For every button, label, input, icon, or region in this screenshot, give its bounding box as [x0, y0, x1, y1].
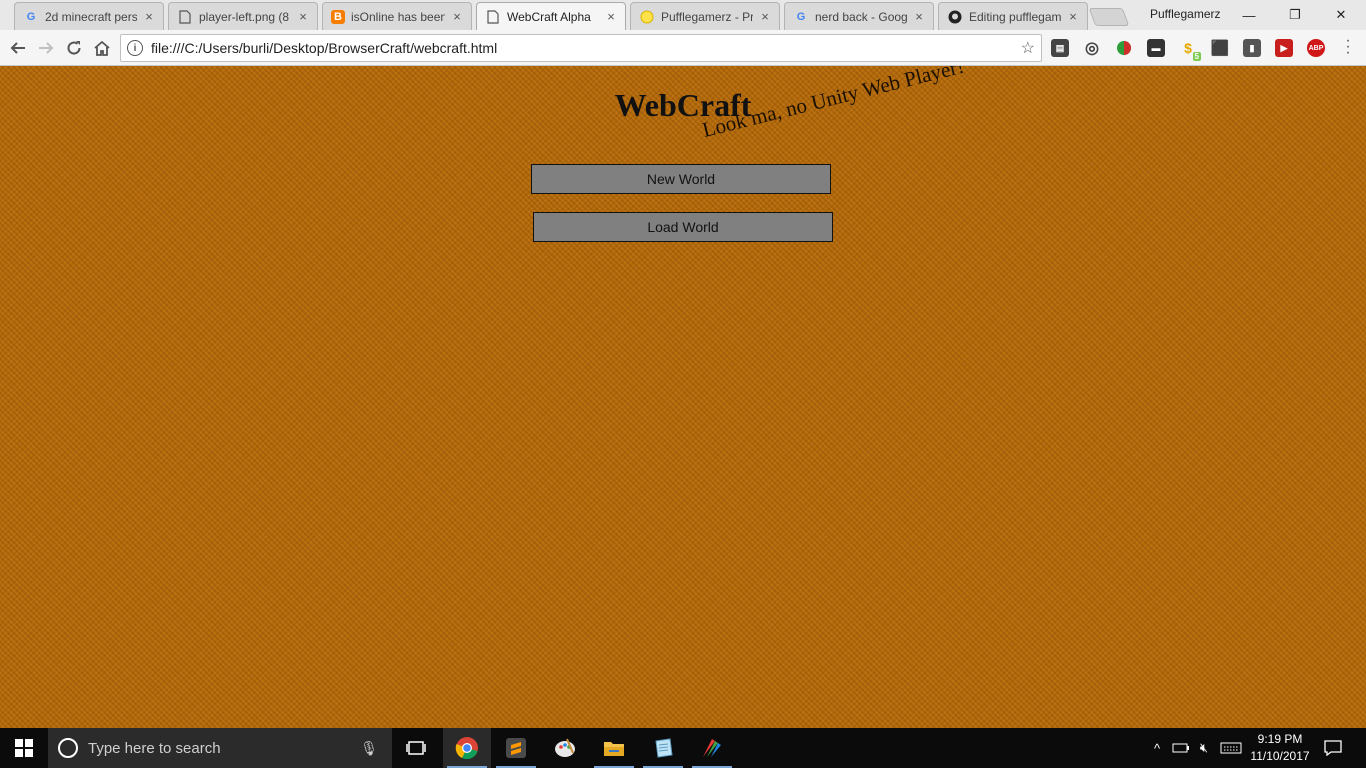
page-title: WebCraft — [614, 87, 752, 123]
play-icon[interactable]: ▶ — [1275, 39, 1293, 57]
tab-2d-minecraft[interactable]: G 2d minecraft pers × — [14, 2, 164, 30]
action-center-button[interactable] — [1320, 728, 1346, 768]
minimize-button[interactable]: — — [1226, 0, 1272, 30]
home-button[interactable] — [90, 36, 114, 60]
smiley-icon — [639, 9, 655, 25]
file-explorer-taskbar-button[interactable] — [590, 728, 638, 768]
sublime-taskbar-button[interactable] — [492, 728, 540, 768]
camera-icon[interactable]: ⬛ — [1211, 39, 1230, 57]
address-url[interactable]: file:///C:/Users/burli/Desktop/BrowserCr… — [151, 40, 1021, 56]
microphone-icon[interactable]: 🎙︎ — [360, 740, 378, 757]
ball-icon[interactable] — [1115, 39, 1133, 57]
address-bar[interactable]: i file:///C:/Users/burli/Desktop/Browser… — [120, 34, 1042, 62]
restore-button[interactable]: ❐ — [1272, 0, 1318, 30]
close-icon[interactable]: × — [143, 9, 155, 24]
tab-webcraft-alpha[interactable]: WebCraft Alpha × — [476, 2, 626, 30]
tab-title: Pufflegamerz - Pr — [661, 9, 753, 24]
file-explorer-icon — [604, 742, 624, 756]
close-icon[interactable]: × — [759, 9, 771, 24]
menu-icon[interactable]: · · · — [1340, 33, 1356, 61]
notepad-icon — [655, 738, 673, 758]
bookmark-star-icon[interactable]: ☆ — [1021, 38, 1035, 58]
file-icon — [177, 9, 193, 25]
windows-logo-icon — [15, 739, 33, 757]
load-world-button[interactable]: Load World — [533, 212, 833, 242]
extension-badge: 5 — [1192, 52, 1201, 61]
windows-taskbar: Type here to search 🎙︎ ^ 🔇︎ 9:19 PM 11/1… — [0, 728, 1366, 768]
tab-pufflegamerz[interactable]: Pufflegamerz - Pr × — [630, 2, 780, 30]
sublime-icon — [506, 738, 526, 758]
tab-player-left[interactable]: player-left.png (8 × — [168, 2, 318, 30]
task-view-icon — [406, 741, 426, 755]
brush-app-taskbar-button[interactable] — [688, 728, 736, 768]
chrome-icon — [455, 737, 478, 760]
chrome-taskbar-button[interactable] — [443, 728, 491, 768]
notification-icon — [1324, 740, 1342, 756]
tab-title: isOnline has been — [351, 9, 445, 24]
arrow-left-icon — [10, 42, 25, 54]
forward-button[interactable] — [34, 36, 58, 60]
arrow-right-icon — [39, 42, 54, 54]
clock-time: 9:19 PM — [1257, 732, 1303, 746]
tab-title: Editing pufflegam — [969, 9, 1061, 24]
brush-app-icon — [703, 739, 721, 757]
back-button[interactable] — [6, 36, 30, 60]
task-view-button[interactable] — [392, 728, 440, 768]
doc-icon[interactable]: ▮ — [1243, 39, 1261, 57]
close-icon[interactable]: × — [913, 9, 925, 24]
battery-icon[interactable] — [1170, 728, 1192, 768]
close-icon[interactable]: × — [1067, 9, 1079, 24]
close-icon[interactable]: × — [605, 9, 617, 24]
google-icon: G — [26, 10, 36, 23]
tab-title: player-left.png (8 — [199, 9, 290, 24]
adblock-icon[interactable]: ABP — [1307, 39, 1325, 57]
aperture-icon[interactable]: ◎ — [1083, 39, 1101, 57]
cortana-icon — [58, 738, 78, 758]
tab-title: 2d minecraft pers — [45, 9, 137, 24]
close-window-button[interactable]: ✕ — [1318, 0, 1364, 30]
tab-editing-pufflegam[interactable]: Editing pufflegam × — [938, 2, 1088, 30]
tab-icon[interactable]: ▬ — [1147, 39, 1165, 57]
paint-icon — [555, 738, 575, 757]
keyboard-icon[interactable] — [1218, 728, 1244, 768]
close-icon[interactable]: × — [451, 9, 463, 24]
file-icon — [485, 9, 501, 25]
browser-toolbar: i file:///C:/Users/burli/Desktop/Browser… — [0, 30, 1366, 66]
tab-isonline[interactable]: B isOnline has been × — [322, 2, 472, 30]
new-tab-button[interactable] — [1088, 8, 1130, 26]
search-placeholder[interactable]: Type here to search — [88, 740, 360, 757]
profile-name[interactable]: Pufflegamerz — [1150, 7, 1220, 21]
taskbar-search[interactable]: Type here to search 🎙︎ — [48, 728, 392, 768]
info-icon[interactable]: i — [127, 40, 143, 56]
tab-title: nerd back - Goog — [815, 9, 907, 24]
taskbar-clock[interactable]: 9:19 PM 11/10/2017 — [1244, 731, 1316, 765]
start-button[interactable] — [0, 728, 48, 768]
dollar-icon[interactable]: $5 — [1179, 39, 1201, 61]
tab-title: WebCraft Alpha — [507, 9, 591, 24]
close-icon[interactable]: × — [297, 9, 309, 24]
chevron-up-icon[interactable]: ^ — [1148, 728, 1166, 768]
new-world-button[interactable]: New World — [531, 164, 831, 194]
browser-tabstrip: G 2d minecraft pers × player-left.png (8… — [0, 0, 1366, 30]
reload-button[interactable] — [62, 36, 86, 60]
blogger-icon: B — [331, 9, 345, 24]
paint-taskbar-button[interactable] — [541, 728, 589, 768]
volume-muted-icon[interactable]: 🔇︎ — [1194, 728, 1214, 768]
google-icon: G — [796, 10, 806, 23]
notepad-taskbar-button[interactable] — [639, 728, 687, 768]
reload-icon — [67, 41, 81, 55]
home-icon — [94, 40, 110, 56]
github-icon — [947, 9, 963, 25]
tab-nerd-back[interactable]: G nerd back - Goog × — [784, 2, 934, 30]
webcraft-page: WebCraft Look ma, no Unity Web Player! N… — [0, 66, 1366, 728]
clock-date: 11/10/2017 — [1250, 749, 1310, 763]
film-icon[interactable]: ▤ — [1051, 39, 1069, 57]
